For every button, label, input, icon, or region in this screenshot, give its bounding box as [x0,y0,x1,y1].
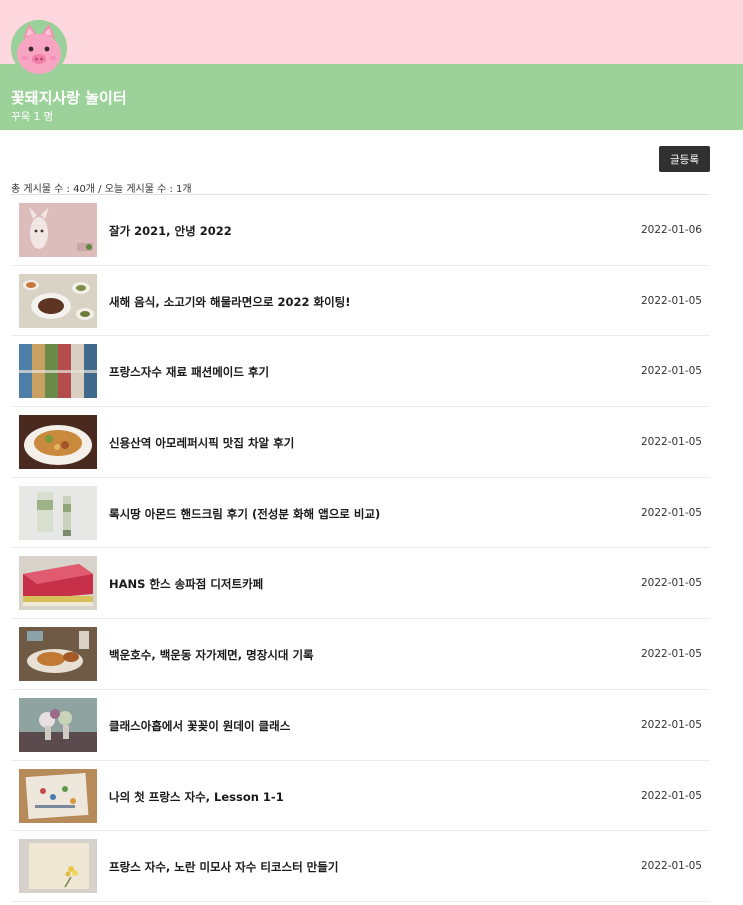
list-item[interactable]: 잘가 2021, 안녕 2022 2022-01-06 [11,195,710,266]
header-pink-band [0,0,743,64]
list-item[interactable]: 신용산역 아모레퍼시픽 맛집 차알 후기 2022-01-05 [11,407,710,478]
post-date: 2022-01-05 [640,436,702,449]
list-item[interactable]: 프랑스자수 재료 패션메이드 후기 2022-01-05 [11,336,710,408]
post-date: 2022-01-05 [640,294,702,307]
list-item[interactable]: 프랑스 자수, 노란 미모사 자수 티코스터 만들기 2022-01-05 [11,831,710,902]
post-date: 2022-01-05 [640,577,702,590]
member-count: 꾸욱 1 명 [11,111,54,123]
post-date: 2022-01-06 [640,224,702,236]
post-thumbnail[interactable] [19,273,97,328]
post-date: 2022-01-05 [640,789,702,802]
post-date: 2022-01-05 [640,648,702,661]
post-date: 2022-01-05 [640,718,702,731]
post-thumbnail[interactable] [19,627,97,682]
post-list: 잘가 2021, 안녕 2022 2022-01-06 새해 음식, 소고기와 … [11,195,710,902]
post-title[interactable]: 신용산역 아모레퍼시픽 맛집 차알 후기 [109,435,294,451]
post-thumbnail[interactable] [19,556,97,611]
post-title[interactable]: 나의 첫 프랑스 자수, Lesson 1-1 [109,789,284,805]
post-title[interactable]: 프랑스 자수, 노란 미모사 자수 티코스터 만들기 [109,859,338,875]
post-date: 2022-01-05 [640,860,702,873]
post-title[interactable]: 록시땅 아몬드 핸드크림 후기 (전성분 화해 앱으로 비교) [109,506,380,522]
list-item[interactable]: HANS 한스 송파점 디저트카페 2022-01-05 [11,548,710,620]
post-thumbnail[interactable] [19,839,97,894]
write-post-button[interactable]: 글등록 [659,146,710,172]
post-thumbnail[interactable] [19,485,97,540]
pig-icon [11,20,67,76]
list-item[interactable]: 록시땅 아몬드 핸드크림 후기 (전성분 화해 앱으로 비교) 2022-01-… [11,478,710,549]
list-item[interactable]: 나의 첫 프랑스 자수, Lesson 1-1 2022-01-05 [11,761,710,832]
list-item[interactable]: 백운호수, 백운동 자가제면, 명장시대 기록 2022-01-05 [11,619,710,690]
post-thumbnail[interactable] [19,415,97,470]
post-thumbnail[interactable] [19,768,97,823]
cafe-title[interactable]: 꽃돼지사랑 놀이터 [11,87,127,108]
list-item[interactable]: 새해 음식, 소고기와 해물라면으로 2022 화이팅! 2022-01-05 [11,266,710,337]
post-stats: 총 게시물 수 : 40개 / 오늘 게시물 수 : 1개 [11,184,192,195]
post-date: 2022-01-05 [640,365,702,378]
avatar[interactable] [11,20,67,76]
list-item[interactable]: 클래스아홉에서 꽃꽂이 원데이 클래스 2022-01-05 [11,690,710,761]
post-title[interactable]: 잘가 2021, 안녕 2022 [109,223,232,239]
post-thumbnail[interactable] [19,697,97,752]
post-title[interactable]: HANS 한스 송파점 디저트카페 [109,576,263,592]
post-title[interactable]: 새해 음식, 소고기와 해물라면으로 2022 화이팅! [109,294,351,310]
post-title[interactable]: 백운호수, 백운동 자가제면, 명장시대 기록 [109,647,314,663]
post-thumbnail[interactable] [19,203,97,257]
post-thumbnail[interactable] [19,344,97,399]
post-date: 2022-01-05 [640,506,702,519]
post-title[interactable]: 프랑스자수 재료 패션메이드 후기 [109,364,269,380]
post-title[interactable]: 클래스아홉에서 꽃꽂이 원데이 클래스 [109,718,290,734]
